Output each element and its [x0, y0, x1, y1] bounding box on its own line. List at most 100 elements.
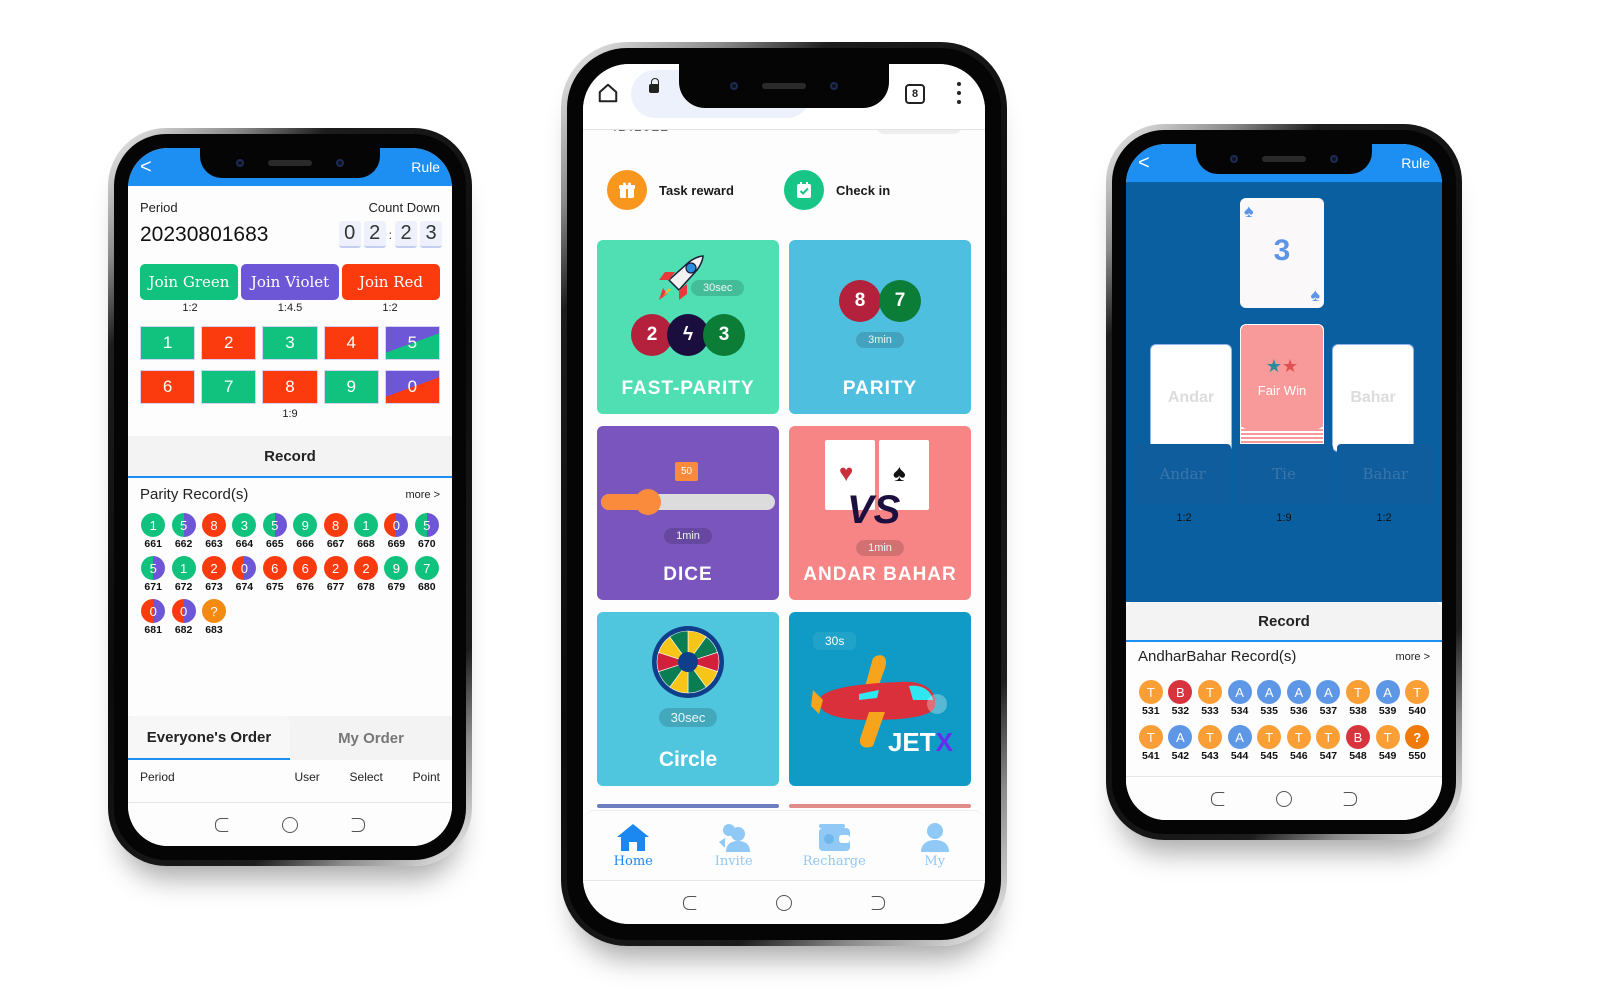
join-green-button[interactable]: Join Green	[140, 264, 238, 300]
rule-link[interactable]: Rule	[1401, 155, 1430, 171]
nav-recharge[interactable]: Recharge	[784, 811, 885, 880]
number-button[interactable]: 0	[384, 370, 440, 404]
game-title: FAST-PARITY	[621, 378, 755, 399]
result-ball: A	[1375, 680, 1400, 704]
ratio-green: 1:2	[182, 302, 198, 314]
more-games-peek	[597, 804, 971, 808]
home-circle-icon[interactable]	[281, 816, 298, 833]
result-ball: T	[1286, 725, 1311, 749]
back-chevron-icon[interactable]: <	[140, 157, 152, 177]
game-card-circle[interactable]: 30sec Circle	[597, 612, 779, 786]
bet-tie-button[interactable]: Tie	[1235, 444, 1333, 504]
list-item: A 537	[1314, 680, 1344, 717]
back-icon[interactable]	[351, 817, 366, 832]
result-ball: A	[1316, 680, 1341, 704]
result-ball: 5	[262, 513, 287, 537]
result-ball: A	[1257, 680, 1282, 704]
col-select: Select	[349, 770, 383, 784]
number-button[interactable]: 5	[384, 326, 440, 360]
recents-icon[interactable]	[682, 895, 697, 910]
bet-andar-button[interactable]: Andar	[1134, 444, 1232, 504]
deck-face: ★★ Fair Win	[1241, 325, 1323, 429]
nav-home[interactable]: Home	[583, 811, 684, 880]
home-circle-icon[interactable]	[775, 894, 792, 911]
home-circle-icon[interactable]	[1275, 790, 1292, 807]
number-button[interactable]: 6	[140, 370, 196, 404]
spade-icon: ♠	[1244, 201, 1254, 221]
recents-icon[interactable]	[1211, 791, 1226, 806]
result-period: 537	[1319, 705, 1338, 717]
list-item: ? 683	[199, 599, 229, 636]
number-button[interactable]: 3	[262, 326, 318, 360]
result-period: 674	[235, 581, 254, 593]
number-button[interactable]: 4	[323, 326, 379, 360]
tab-my-order[interactable]: My Order	[290, 716, 452, 760]
result-period: 549	[1378, 750, 1397, 762]
game-title: PARITY	[842, 378, 918, 399]
result-ball: 8	[323, 513, 348, 537]
game-card-parity[interactable]: 8 7 3min PARITY	[789, 240, 971, 414]
game-card-andar-bahar[interactable]: ♥ ♠ VS 1min ANDAR BAHAR	[789, 426, 971, 600]
rule-link[interactable]: Rule	[411, 159, 440, 175]
join-violet-button[interactable]: Join Violet	[241, 264, 339, 300]
result-ball: 5	[414, 513, 439, 537]
list-item: 8 667	[320, 513, 350, 550]
more-link[interactable]: more >	[405, 489, 440, 501]
number-button[interactable]: 7	[201, 370, 257, 404]
fair-win-deck: ★★ Fair Win	[1240, 324, 1324, 460]
more-link[interactable]: more >	[1395, 651, 1430, 663]
nav-invite[interactable]: Invite	[684, 811, 785, 880]
nav-my[interactable]: My	[885, 811, 986, 880]
number-button[interactable]: 1	[140, 326, 196, 360]
left-phone-parity-game: < Rule Period Count Down 20230801683 0 2…	[108, 128, 472, 866]
result-period: 677	[326, 581, 345, 593]
col-point: Point	[412, 770, 440, 784]
number-button[interactable]: 8	[262, 370, 318, 404]
result-period: 543	[1201, 750, 1219, 762]
back-icon[interactable]	[1342, 791, 1357, 806]
task-reward-button[interactable]: Task reward	[607, 170, 784, 210]
game-card-fast-parity[interactable]: 30sec 2 ϟ 3 FAST-PARITY	[597, 240, 779, 414]
result-period: 544	[1230, 750, 1249, 762]
period-values: 20230801683 0 2 : 2 3	[128, 215, 452, 248]
back-icon[interactable]	[871, 895, 886, 910]
list-item: A 536	[1284, 680, 1314, 717]
join-red-button[interactable]: Join Red	[342, 264, 440, 300]
jetx-logo: JETX	[887, 727, 953, 757]
browser-home-icon[interactable]	[597, 82, 619, 104]
record-tab[interactable]: Record	[1126, 602, 1442, 642]
game-timer: 1min	[856, 540, 904, 556]
browser-menu-icon[interactable]	[957, 82, 961, 104]
record-tab[interactable]: Record	[128, 436, 452, 478]
home-icon	[617, 824, 650, 851]
list-item: 0 669	[381, 513, 411, 550]
quick-actions: Task reward Check in	[583, 170, 985, 210]
tab-everyones-order[interactable]: Everyone's Order	[128, 716, 290, 760]
drawn-card: ♠ 3 ♠	[1240, 198, 1324, 308]
recents-icon[interactable]	[214, 817, 229, 832]
number-button[interactable]: 9	[323, 370, 379, 404]
result-ball: ?	[1405, 725, 1430, 749]
phone-notch	[679, 64, 889, 108]
list-item: 0 674	[229, 556, 259, 593]
result-ball: 0	[232, 556, 257, 580]
check-in-button[interactable]: Check in	[784, 170, 961, 210]
gift-icon	[607, 170, 647, 210]
phone-screen: 8 ID:1022 Task reward Check in 30sec 2 ϟ…	[583, 64, 985, 924]
game-card-dice[interactable]: 50 1min DICE	[597, 426, 779, 600]
join-buttons: Join Green Join Violet Join Red	[128, 248, 452, 300]
list-item: T 545	[1254, 725, 1284, 762]
phone-bezel: < Rule Period Count Down 20230801683 0 2…	[114, 134, 466, 860]
list-item: 2 677	[320, 556, 350, 593]
number-button[interactable]: 2	[201, 326, 257, 360]
tab-count-button[interactable]: 8	[905, 84, 925, 104]
parity-game-body: Period Count Down 20230801683 0 2 : 2 3 …	[128, 186, 452, 802]
phone-notch	[1196, 144, 1372, 174]
game-timer: 3min	[856, 332, 904, 348]
back-chevron-icon[interactable]: <	[1138, 152, 1150, 175]
phone-screen: < Rule ♠ 3 ♠ Andar ★★ Fair Win Bahar And…	[1126, 144, 1442, 820]
bet-bahar-button[interactable]: Bahar	[1336, 444, 1434, 504]
speaker	[1262, 156, 1306, 162]
game-card-jetx[interactable]: 30s JETX	[789, 612, 971, 786]
result-period: 673	[205, 581, 223, 593]
